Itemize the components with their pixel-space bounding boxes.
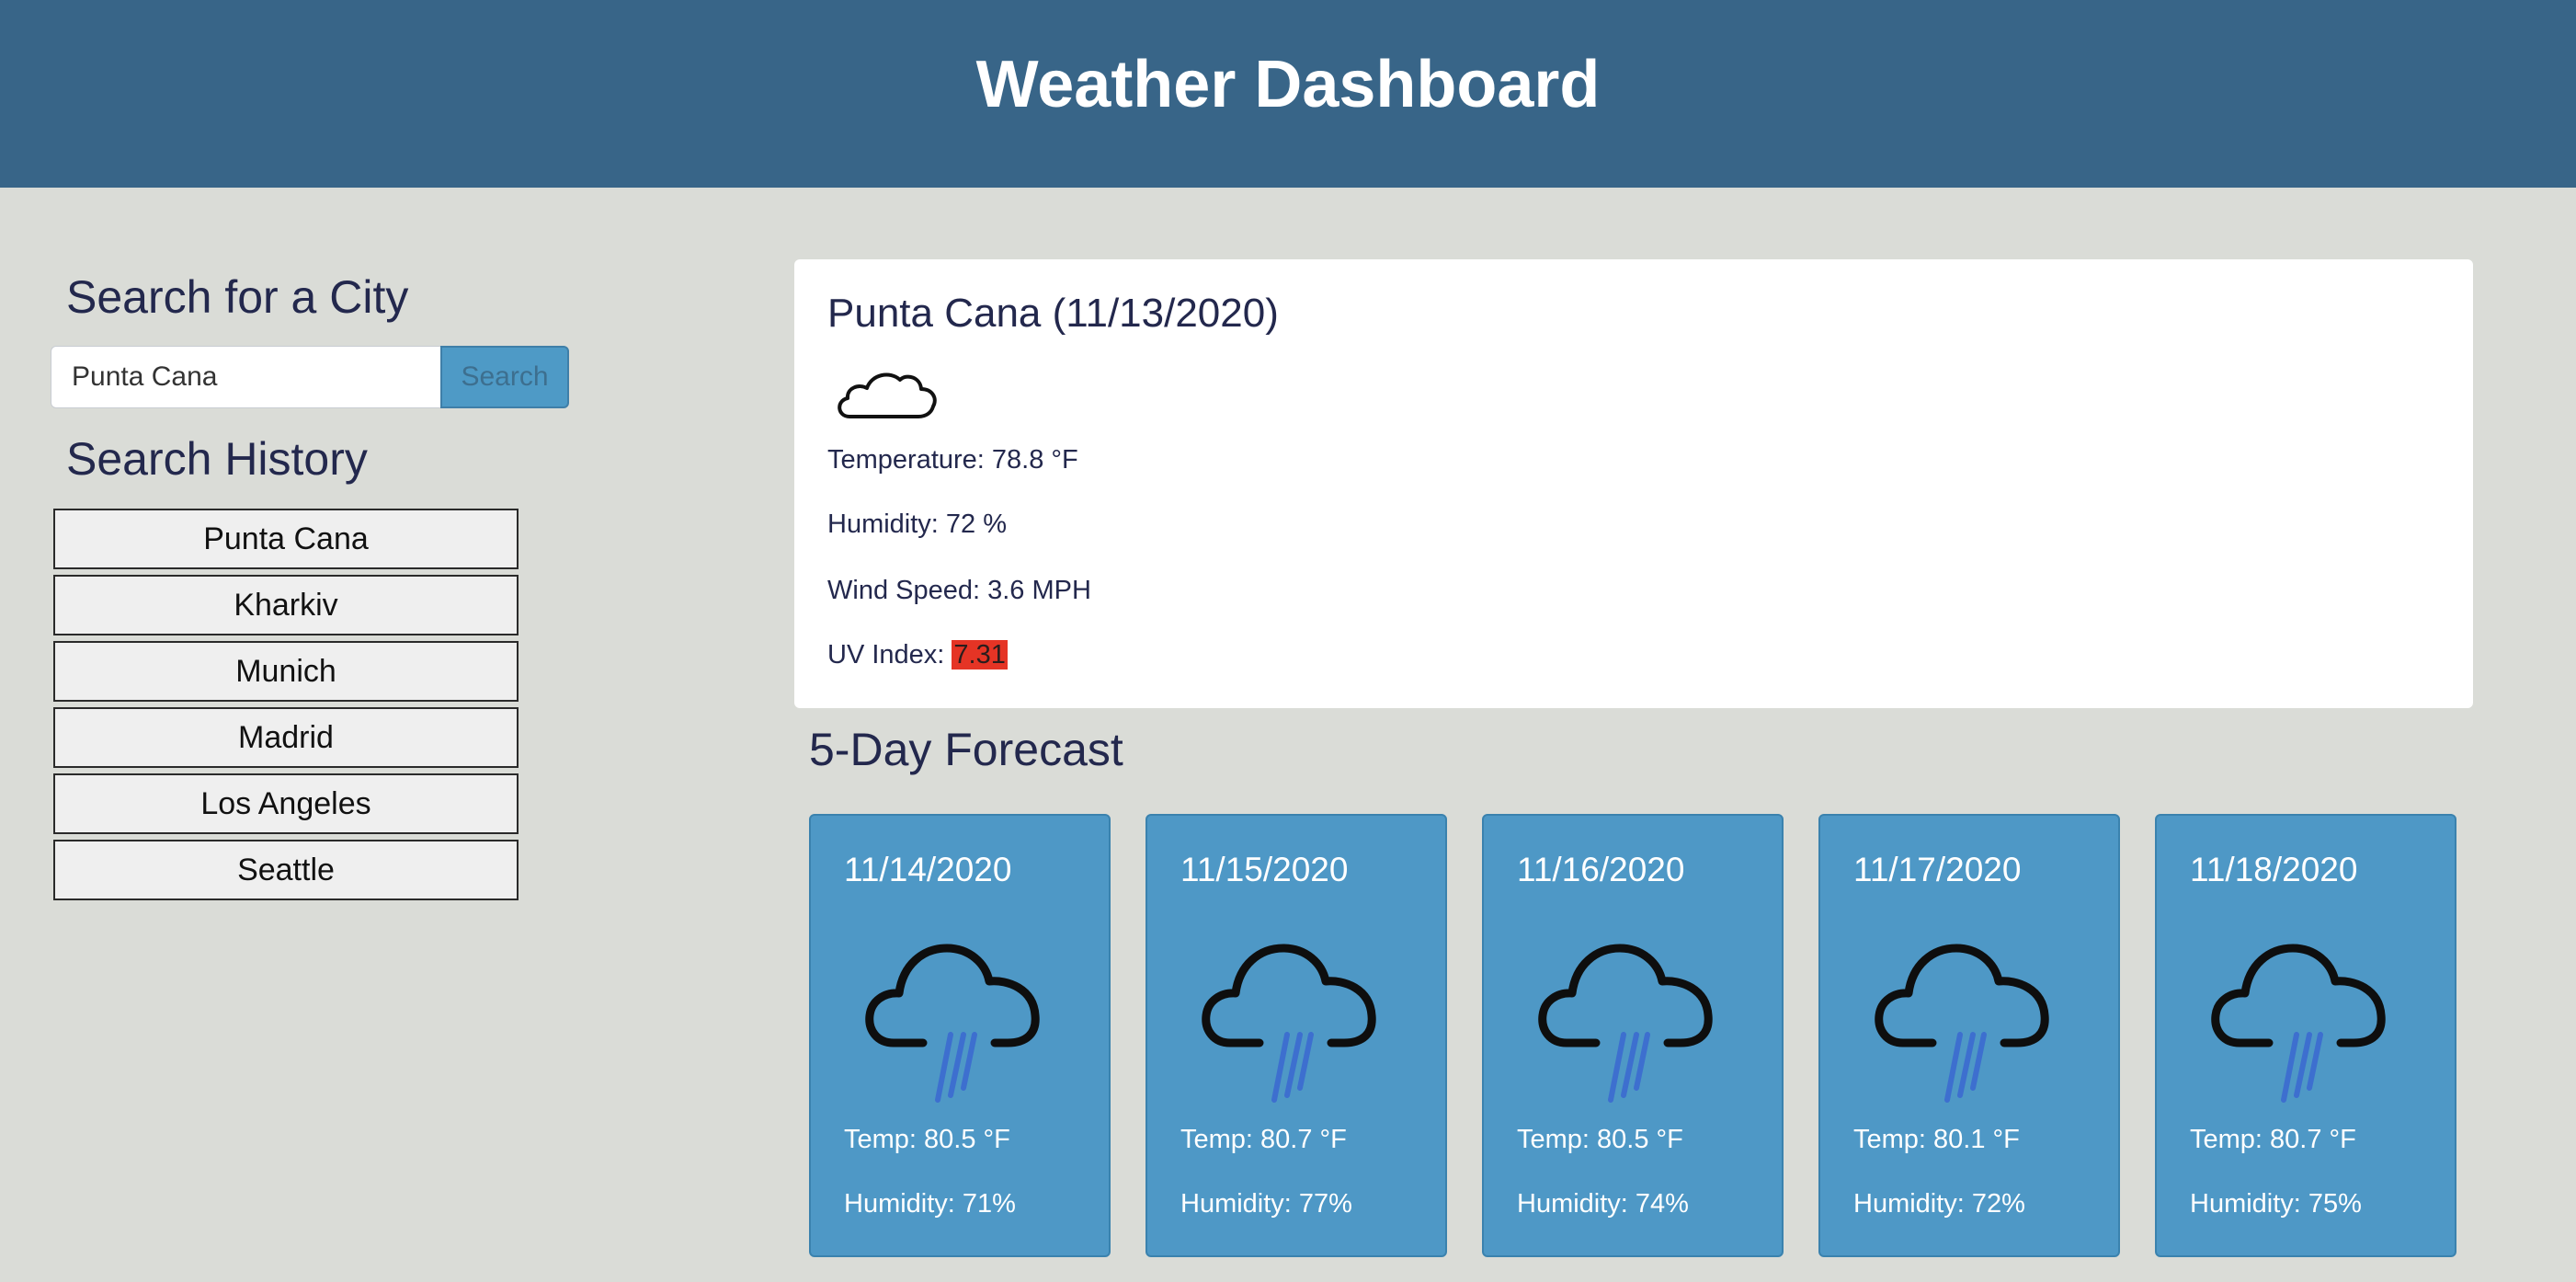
- city-search-input[interactable]: [51, 346, 440, 408]
- current-humidity: Humidity: 72 %: [827, 509, 1008, 539]
- forecast-temp: Temp: 80.1 °F: [1853, 1125, 2020, 1154]
- uv-index-label: UV Index:: [827, 640, 952, 670]
- page-title: Weather Dashboard: [975, 48, 1601, 121]
- forecast-humidity: Humidity: 72%: [1853, 1189, 2025, 1219]
- page-header: Weather Dashboard: [0, 0, 2576, 188]
- forecast-card: 11/17/2020 Temp: 80.1 °F Humidity: 72%: [1818, 814, 2120, 1257]
- current-weather-card: Punta Cana (11/13/2020) Temperature: 78.…: [794, 259, 2473, 708]
- rain-cloud-icon: [1199, 926, 1383, 1111]
- uv-index-badge: 7.31: [952, 640, 1008, 670]
- forecast-date: 11/14/2020: [844, 851, 1012, 888]
- rain-cloud-icon: [1872, 926, 2056, 1111]
- current-temperature: Temperature: 78.8 °F: [827, 445, 1078, 475]
- forecast-temp: Temp: 80.5 °F: [1517, 1125, 1683, 1154]
- history-item-madrid[interactable]: Madrid: [53, 707, 519, 768]
- current-wind-speed: Wind Speed: 3.6 MPH: [827, 576, 1091, 605]
- history-item-los-angeles[interactable]: Los Angeles: [53, 773, 519, 834]
- rain-cloud-icon: [862, 926, 1046, 1111]
- search-bar: Search: [51, 346, 569, 408]
- forecast-card: 11/18/2020 Temp: 80.7 °F Humidity: 75%: [2155, 814, 2456, 1257]
- history-item-seattle[interactable]: Seattle: [53, 840, 519, 900]
- forecast-date: 11/17/2020: [1853, 851, 2022, 888]
- search-history-list: Punta Cana Kharkiv Munich Madrid Los Ang…: [53, 509, 519, 906]
- forecast-card: 11/16/2020 Temp: 80.5 °F Humidity: 74%: [1482, 814, 1784, 1257]
- forecast-list: 11/14/2020 Temp: 80.5 °F Humidity: 71% 1…: [809, 814, 2456, 1257]
- forecast-humidity: Humidity: 74%: [1517, 1189, 1689, 1219]
- forecast-temp: Temp: 80.7 °F: [1180, 1125, 1347, 1154]
- forecast-temp: Temp: 80.5 °F: [844, 1125, 1010, 1154]
- rain-cloud-icon: [2208, 926, 2392, 1111]
- forecast-date: 11/16/2020: [1517, 851, 1685, 888]
- search-heading: Search for a City: [66, 271, 409, 323]
- forecast-heading: 5-Day Forecast: [809, 724, 1123, 775]
- forecast-date: 11/18/2020: [2190, 851, 2358, 888]
- forecast-card: 11/15/2020 Temp: 80.7 °F Humidity: 77%: [1146, 814, 1447, 1257]
- history-item-munich[interactable]: Munich: [53, 641, 519, 702]
- forecast-humidity: Humidity: 75%: [2190, 1189, 2362, 1219]
- current-city-title: Punta Cana (11/13/2020): [827, 291, 1279, 336]
- forecast-humidity: Humidity: 71%: [844, 1189, 1016, 1219]
- rain-cloud-icon: [1535, 926, 1719, 1111]
- forecast-humidity: Humidity: 77%: [1180, 1189, 1352, 1219]
- forecast-date: 11/15/2020: [1180, 851, 1349, 888]
- history-item-punta-cana[interactable]: Punta Cana: [53, 509, 519, 569]
- search-button[interactable]: Search: [440, 346, 569, 408]
- forecast-card: 11/14/2020 Temp: 80.5 °F Humidity: 71%: [809, 814, 1111, 1257]
- history-item-kharkiv[interactable]: Kharkiv: [53, 575, 519, 635]
- forecast-temp: Temp: 80.7 °F: [2190, 1125, 2356, 1154]
- cloud-icon: [833, 368, 941, 426]
- current-uv-index: UV Index: 7.31: [827, 640, 1008, 670]
- search-history-heading: Search History: [66, 433, 368, 485]
